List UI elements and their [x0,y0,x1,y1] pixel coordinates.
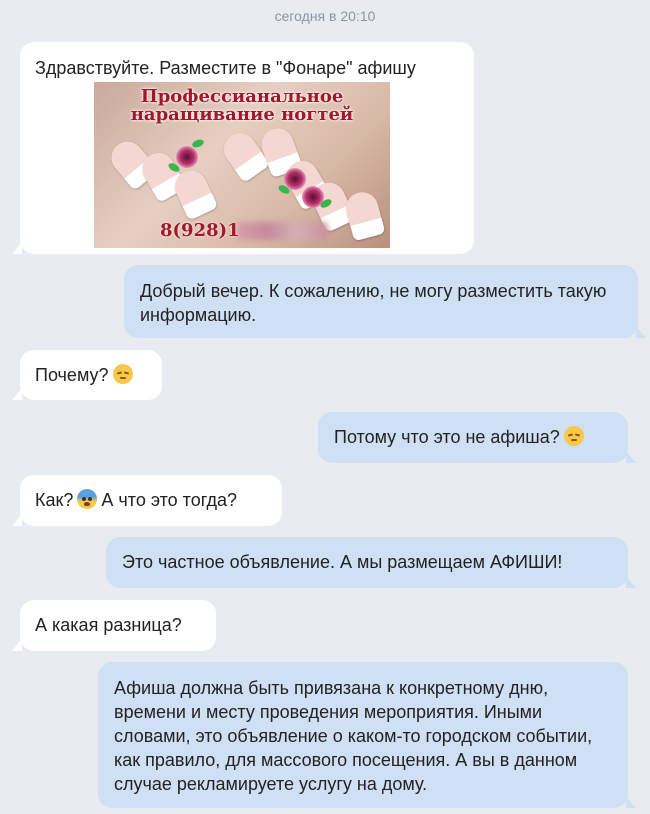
message-text: Добрый вечер. К сожалению, не могу разме… [140,281,607,325]
message-text: Это частное объявление. А мы размещаем А… [122,552,563,572]
message-text: Почему? [35,365,109,385]
message-text: Потому что это не афиша? [334,427,560,447]
ad-title-line2: наращивание ногтей [130,104,354,125]
message-incoming[interactable]: Как? А что это тогда? [12,475,282,526]
message-text-before: Как? [35,490,74,510]
blurred-phone-digits [236,222,328,240]
pensive-face-icon [563,426,584,446]
message-incoming[interactable]: Почему? [12,350,162,400]
pensive-face-icon [112,364,133,384]
ad-title: Профессианальное наращивание ногтей [94,88,390,124]
message-text: Афиша должна быть привязана к конкретном… [114,678,593,794]
message-incoming[interactable]: А какая разница? [12,600,216,651]
ad-phone-number: 8(928)1 [160,220,240,241]
message-outgoing[interactable]: Это частное объявление. А мы размещаем А… [106,537,636,588]
message-outgoing[interactable]: Добрый вечер. К сожалению, не могу разме… [124,265,646,338]
message-outgoing[interactable]: Потому что это не афиша? [318,412,636,463]
message-text: Здравствуйте. Разместите в "Фонаре" афиш… [35,58,416,78]
fearful-face-icon [77,489,98,509]
message-text-after: А что это тогда? [101,490,238,510]
message-outgoing[interactable]: Афиша должна быть привязана к конкретном… [98,662,636,808]
date-divider: сегодня в 20:10 [274,8,376,24]
nail-extension-ad-image[interactable]: Профессианальное наращивание ногтей 8(92… [94,82,390,248]
message-text: А какая разница? [35,615,182,635]
